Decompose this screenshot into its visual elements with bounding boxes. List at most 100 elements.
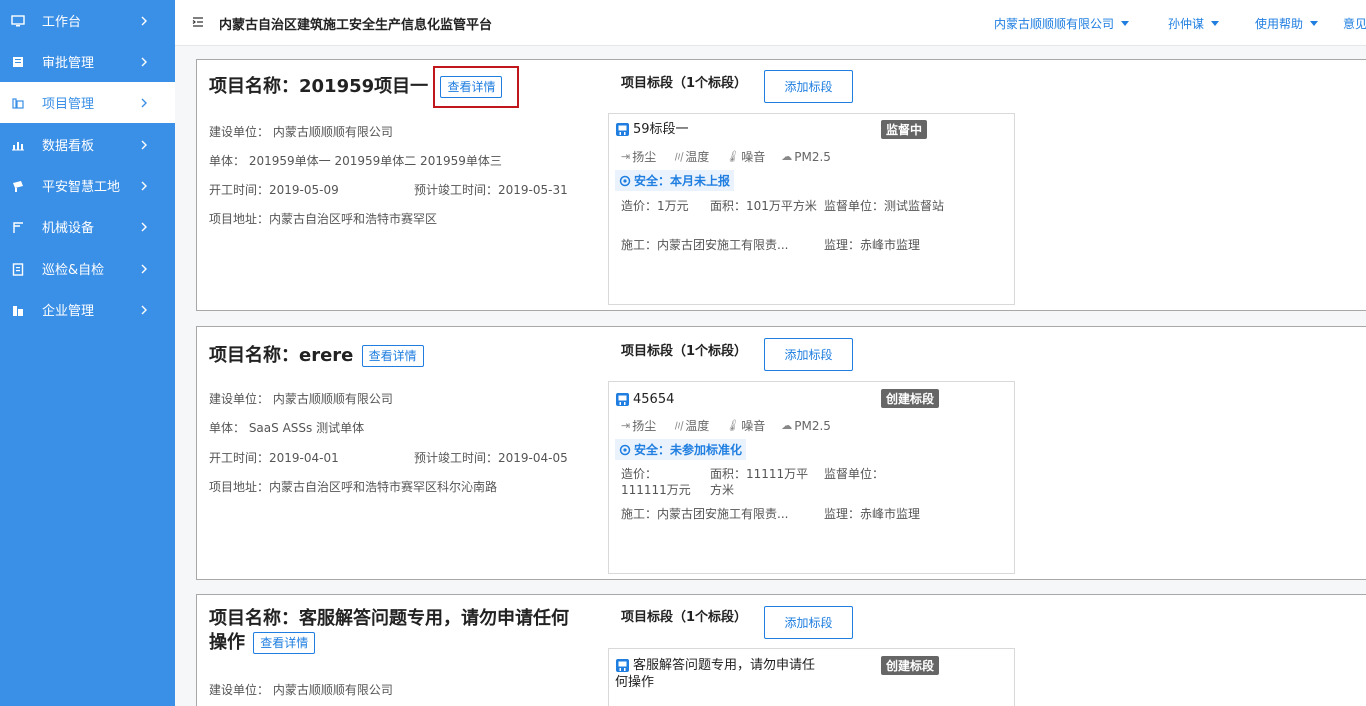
- status-badge: 创建标段: [881, 656, 940, 675]
- chart-icon: [11, 138, 25, 152]
- project-title-text: 项目名称：erere: [209, 345, 354, 366]
- status-badge: 监督中: [881, 120, 928, 139]
- supervisor-unit: 监督单位：测试监督站: [824, 199, 945, 213]
- company-dropdown[interactable]: 内蒙古顺顺顺有限公司: [994, 15, 1130, 32]
- segment-name-text: 59标段一: [633, 122, 689, 137]
- segment-name-line: 何操作: [615, 675, 655, 690]
- project-title-text: 操作: [209, 632, 245, 653]
- cost: 造价：1万元: [621, 199, 689, 213]
- safety-text: 安全：未参加标准化: [634, 443, 743, 457]
- project-title-text: 项目名称：客服解答问题专用，请勿申请任何: [209, 608, 569, 629]
- sidebar-item-workbench[interactable]: 工作台: [0, 0, 175, 41]
- project-icon: [11, 96, 25, 110]
- monitor-icon: [11, 14, 25, 28]
- help-label: 使用帮助: [1255, 17, 1304, 31]
- segment-name[interactable]: 45654: [615, 391, 674, 408]
- add-segment-button[interactable]: 添加标段: [764, 338, 853, 371]
- feedback-link[interactable]: 意见: [1343, 15, 1366, 32]
- add-segment-button[interactable]: 添加标段: [764, 606, 853, 639]
- sidebar-item-label: 工作台: [42, 15, 82, 30]
- segment-cost-row: 造价：111111万元 面积：11111万平方米 监督单位：: [621, 466, 1011, 502]
- sensor-label: 扬尘: [632, 150, 657, 164]
- page-title: 内蒙古自治区建筑施工安全生产信息化监管平台: [219, 18, 493, 33]
- sidebar-item-label: 审批管理: [42, 56, 95, 71]
- safety-status: 安全：本月未上报: [615, 170, 735, 191]
- segment-card[interactable]: 客服解答问题专用，请勿申请任 何操作 创建标段: [608, 648, 1015, 706]
- sidebar-item-inspection[interactable]: 巡检&自检: [0, 248, 175, 289]
- segment-cost-row: 造价：1万元 面积：101万平方米 监督单位：测试监督站: [621, 198, 1011, 234]
- chevron-right-icon: [141, 16, 147, 25]
- segments-heading: 项目标段（1个标段）: [621, 344, 748, 359]
- sidebar-item-label: 机械设备: [42, 221, 95, 236]
- project-title: 项目名称：erere 查看详情: [209, 341, 424, 367]
- caret-down-icon: [1211, 21, 1220, 26]
- chevron-right-icon: [141, 98, 147, 107]
- segment-name[interactable]: 59标段一: [615, 121, 689, 138]
- segment-card[interactable]: 59标段一 监督中 ⇥ 扬尘 〣温度 🌡 噪音 ☁ PM2.5 安全：本月未上报 造价…: [608, 113, 1015, 305]
- caret-down-icon: [1121, 21, 1130, 26]
- building-icon: [616, 659, 629, 672]
- supervision: 监理：赤峰市监理: [824, 507, 921, 521]
- feedback-label: 意见: [1343, 17, 1366, 31]
- help-dropdown[interactable]: 使用帮助: [1255, 15, 1319, 32]
- address-info: 项目地址：内蒙古自治区呼和浩特市赛罕区: [209, 212, 438, 226]
- highlight-box: [433, 66, 519, 108]
- sidebar-item-data-board[interactable]: 数据看板: [0, 124, 175, 165]
- segment-name-line: 客服解答问题专用，请勿申请任: [633, 658, 816, 673]
- safety-text: 安全：本月未上报: [634, 174, 731, 188]
- sidebar-item-approval[interactable]: 审批管理: [0, 41, 175, 82]
- segment-name-text: 客服解答问题专用，请勿申请任 何操作: [615, 657, 816, 691]
- chevron-right-icon: [141, 264, 147, 273]
- sensor-temp: 〣温度: [672, 417, 709, 434]
- builder-info: 建设单位： 内蒙古顺顺顺有限公司: [209, 392, 393, 406]
- view-details-button[interactable]: 查看详情: [253, 632, 316, 654]
- chevron-right-icon: [141, 57, 147, 66]
- sidebar-item-label: 数据看板: [42, 139, 95, 154]
- main-content: 项目名称：201959项目一 查看详情 建设单位： 内蒙古顺顺顺有限公司 单体：…: [175, 46, 1366, 706]
- building-icon: [616, 123, 629, 136]
- dust-icon: ⇥: [621, 419, 631, 432]
- thermometer-icon: 🌡: [725, 419, 740, 432]
- cost: 造价：111111万元: [621, 467, 691, 497]
- sidebar-item-label: 巡检&自检: [42, 263, 105, 278]
- gear-icon: [619, 444, 631, 455]
- dust-icon: ⇥: [621, 150, 631, 163]
- sidebar-item-label: 项目管理: [42, 97, 95, 112]
- segments-heading: 项目标段（1个标段）: [621, 610, 748, 625]
- building-icon: [616, 393, 629, 406]
- start-date: 开工时间：2019-04-01: [209, 451, 339, 465]
- supervision: 监理：赤峰市监理: [824, 238, 921, 252]
- sensor-list: ⇥ 扬尘 〣温度 🌡 噪音 ☁ PM2.5: [621, 148, 847, 165]
- user-dropdown[interactable]: 孙仲谋: [1168, 15, 1220, 32]
- sensor-temp: 〣温度: [672, 148, 709, 165]
- clipboard-icon: [11, 262, 25, 276]
- address-info: 项目地址：内蒙古自治区呼和浩特市赛罕区科尔沁南路: [209, 480, 498, 494]
- chevron-right-icon: [141, 181, 147, 190]
- project-card: 项目名称：客服解答问题专用，请勿申请任何 操作 查看详情 建设单位： 内蒙古顺顺…: [196, 594, 1366, 706]
- builder-info: 建设单位： 内蒙古顺顺顺有限公司: [209, 125, 393, 139]
- view-details-button[interactable]: 查看详情: [361, 345, 424, 367]
- segment-name-text: 45654: [633, 392, 675, 407]
- sidebar-item-project-management[interactable]: 项目管理: [0, 82, 175, 123]
- sidebar-item-enterprise[interactable]: 企业管理: [0, 289, 175, 330]
- menu-collapse-icon[interactable]: [192, 16, 204, 28]
- sensor-pm: ☁ PM2.5: [781, 148, 831, 165]
- sidebar-item-label: 平安智慧工地: [42, 180, 121, 195]
- start-date: 开工时间：2019-05-09: [209, 183, 339, 197]
- sensor-label: 温度: [685, 150, 710, 164]
- sidebar-item-label: 企业管理: [42, 304, 95, 319]
- user-label: 孙仲谋: [1168, 17, 1205, 31]
- units-info: 单体： 201959单体一 201959单体二 201959单体三: [209, 154, 502, 168]
- sensor-noise: 🌡 噪音: [725, 417, 765, 434]
- segment-card[interactable]: 45654 创建标段 ⇥ 扬尘 〣温度 🌡 噪音 ☁ PM2.5 安全：未参加标准化 …: [608, 381, 1015, 574]
- sensor-pm: ☁ PM2.5: [781, 417, 831, 434]
- sensor-label: 温度: [685, 419, 710, 433]
- project-card: 项目名称：erere 查看详情 建设单位： 内蒙古顺顺顺有限公司 单体： Saa…: [196, 326, 1366, 580]
- segment-name[interactable]: 客服解答问题专用，请勿申请任 何操作: [615, 657, 815, 691]
- sidebar-item-machinery[interactable]: 机械设备: [0, 206, 175, 247]
- status-badge: 创建标段: [881, 389, 940, 408]
- add-segment-button[interactable]: 添加标段: [764, 70, 853, 103]
- area: 面积：101万平方米: [710, 199, 817, 213]
- sensor-label: 噪音: [741, 150, 766, 164]
- sidebar-item-smart-site[interactable]: 平安智慧工地: [0, 165, 175, 206]
